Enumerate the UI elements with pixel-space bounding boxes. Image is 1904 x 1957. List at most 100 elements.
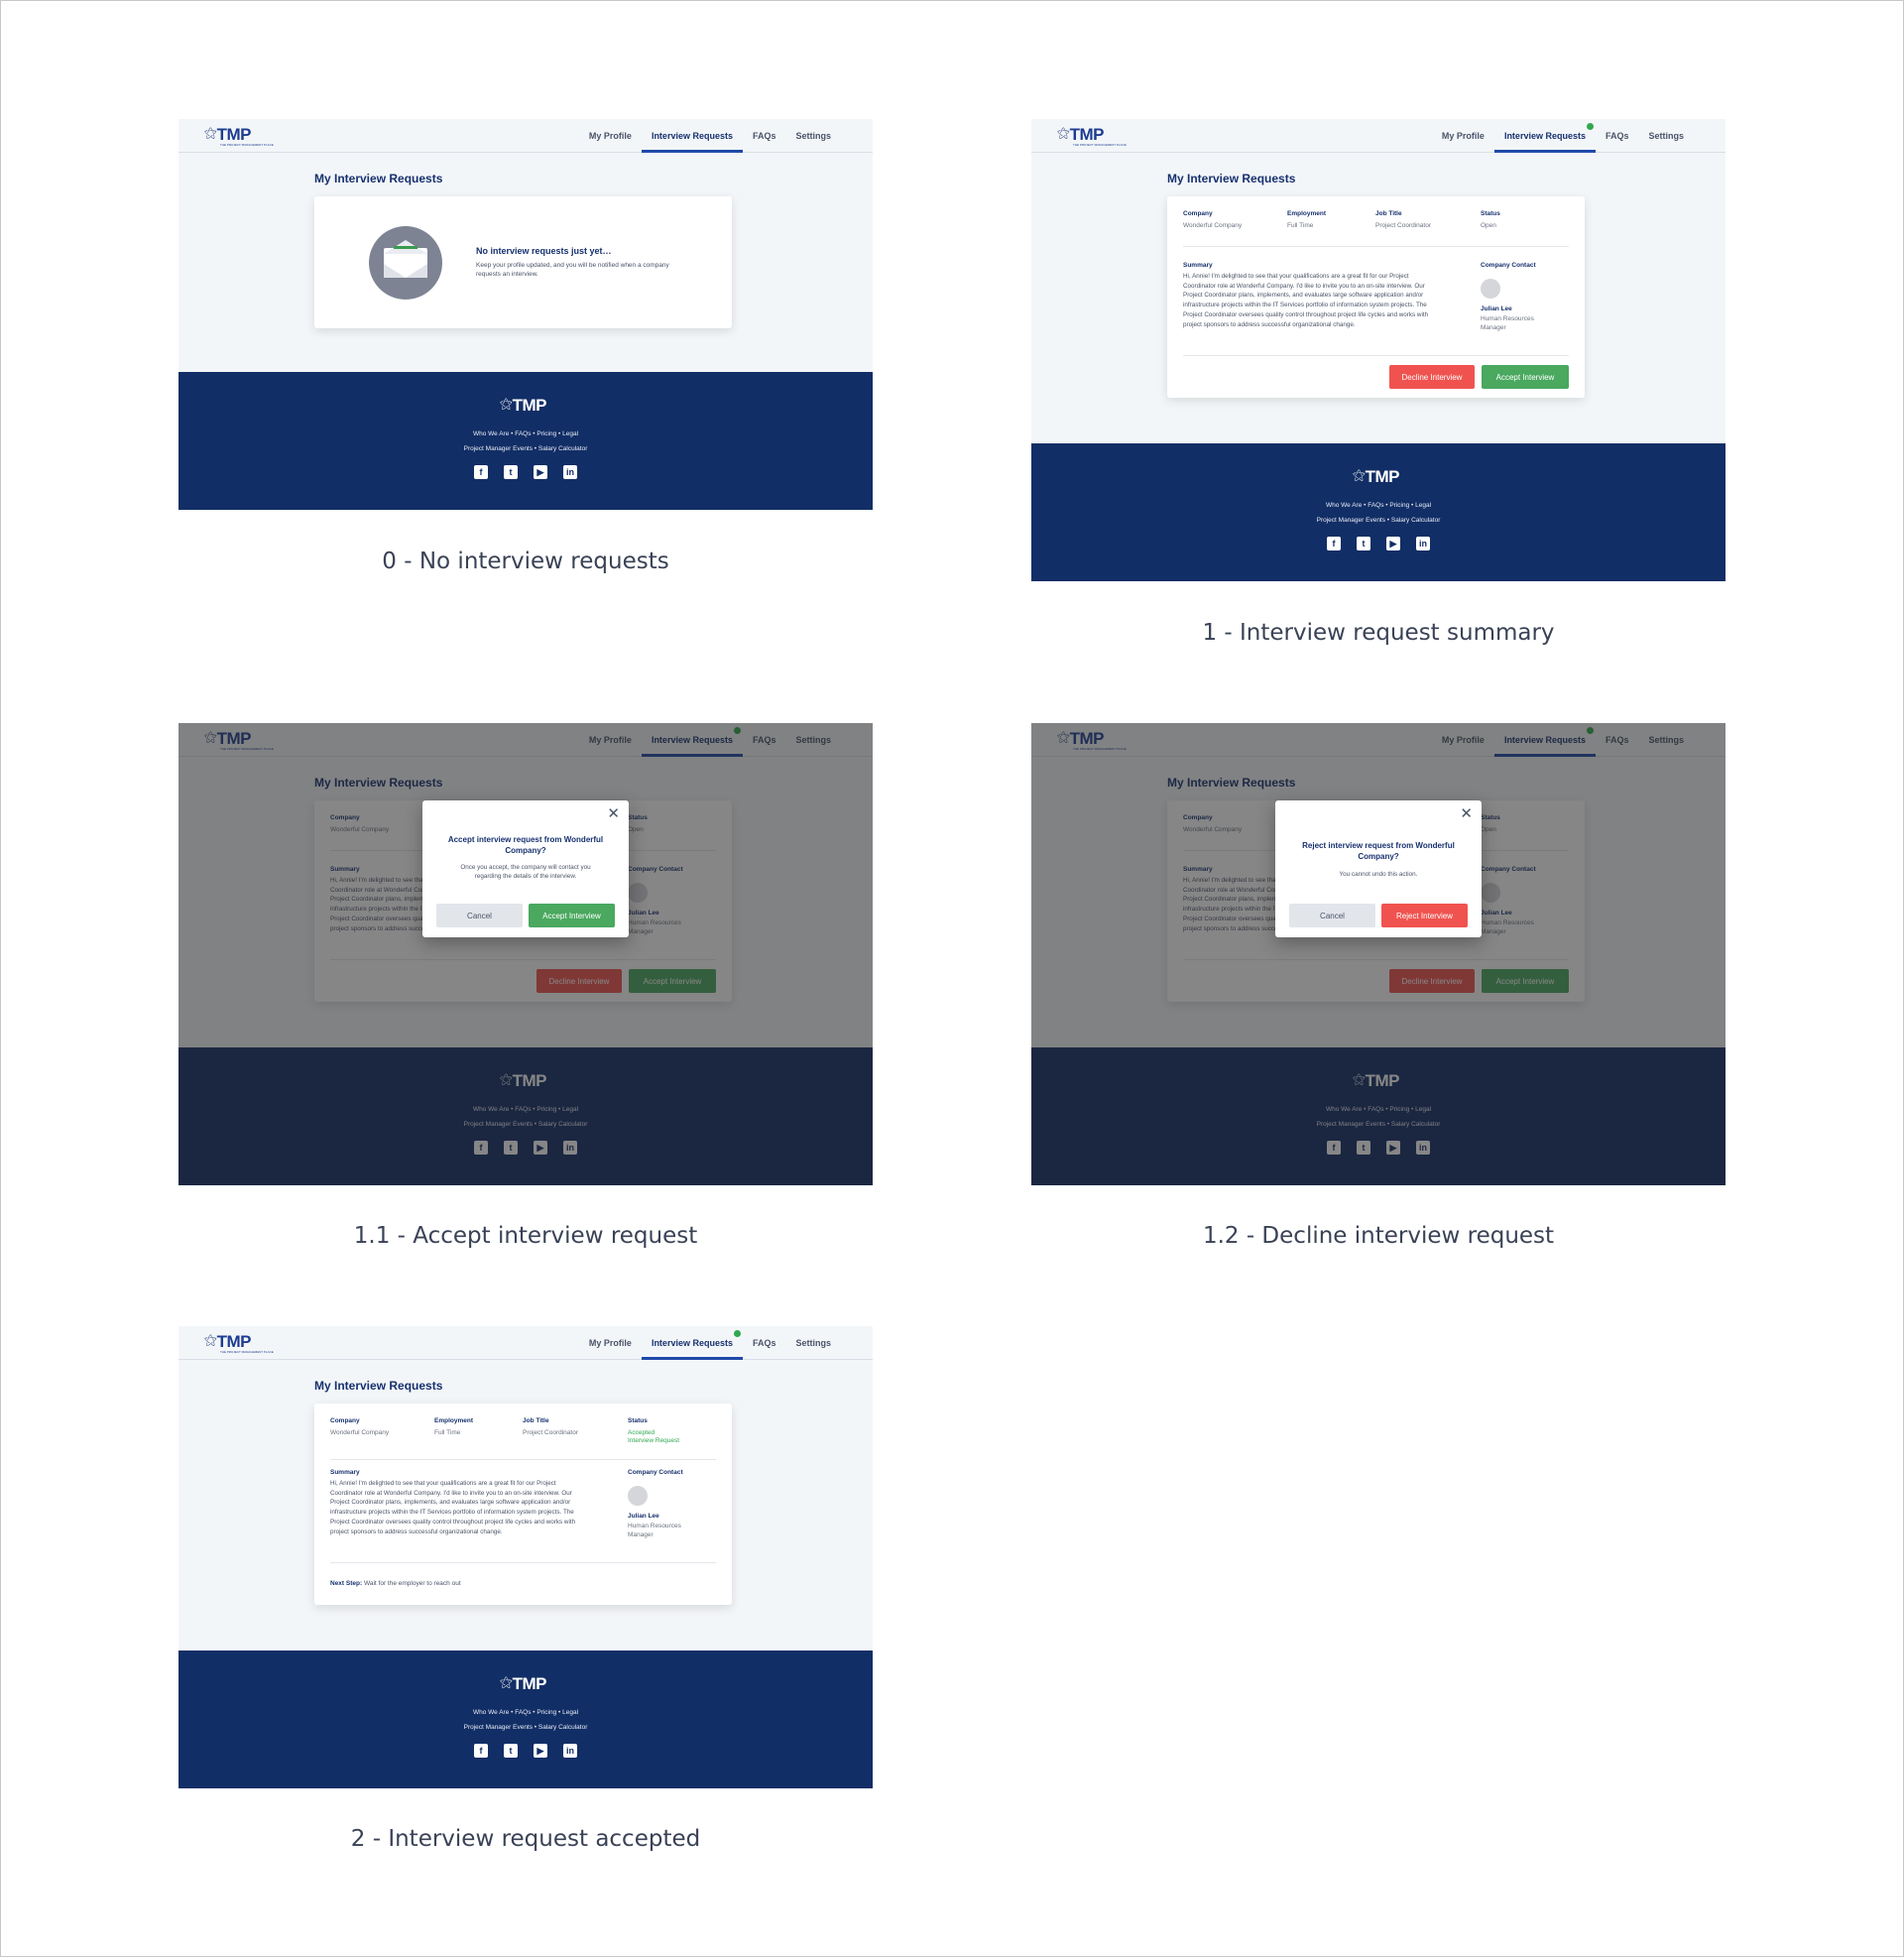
screen-no-requests: ⚝ TMP THE PROJECT MANAGEMENT PLACE My Pr… bbox=[178, 119, 873, 510]
caption-no-requests: 0 - No interview requests bbox=[382, 549, 669, 574]
nav-settings[interactable]: Settings bbox=[785, 119, 841, 153]
company-label: Company bbox=[1183, 210, 1213, 217]
caption-decline: 1.2 - Decline interview request bbox=[1202, 1223, 1555, 1249]
footer-logo[interactable]: ⚝ TMP bbox=[1353, 467, 1400, 485]
envelope-icon bbox=[369, 226, 442, 300]
nav-settings[interactable]: Settings bbox=[1638, 119, 1694, 153]
caption-request-summary: 1 - Interview request summary bbox=[1202, 620, 1555, 646]
screen-request-summary: ⚝ TMP THE PROJECT MANAGEMENT PLACE My Pr… bbox=[1031, 119, 1726, 581]
empty-state-description: Keep your profile updated, and you will … bbox=[476, 262, 669, 278]
logo-mark-icon: ⚝ bbox=[204, 125, 217, 140]
logo[interactable]: ⚝ TMP THE PROJECT MANAGEMENT PLACE bbox=[204, 1332, 274, 1354]
logo-mark-icon: ⚝ bbox=[204, 1332, 217, 1347]
linkedin-icon[interactable]: in bbox=[563, 465, 577, 479]
nav-my-profile[interactable]: My Profile bbox=[579, 119, 642, 153]
reject-modal: ✕ Reject interview request from Wonderfu… bbox=[1275, 800, 1482, 937]
top-nav: ⚝ TMP THE PROJECT MANAGEMENT PLACE My Pr… bbox=[178, 1326, 873, 1360]
logo[interactable]: ⚝ TMP THE PROJECT MANAGEMENT PLACE bbox=[204, 125, 274, 147]
summary-label: Summary bbox=[1183, 262, 1213, 269]
nav-faqs[interactable]: FAQs bbox=[1596, 119, 1639, 153]
logo-mark-icon: ⚝ bbox=[1353, 467, 1366, 482]
status-value: Open bbox=[1481, 222, 1496, 229]
employment-value: Full Time bbox=[1287, 222, 1314, 229]
modal-title: Accept interview request from Wonderful … bbox=[447, 835, 604, 855]
cancel-button[interactable]: Cancel bbox=[1289, 904, 1375, 927]
contact-role: Human Resources Manager bbox=[1481, 315, 1534, 331]
page-title: My Interview Requests bbox=[314, 172, 443, 185]
status-accepted-detail: Interview Request bbox=[628, 1437, 680, 1444]
nav-interview-requests[interactable]: Interview Requests bbox=[641, 119, 743, 153]
employment-label: Employment bbox=[1287, 210, 1327, 217]
screen-accept-modal: ⚝ TMP THE PROJECT MANAGEMENT PLACE My Pr… bbox=[178, 723, 873, 1185]
nav-faqs[interactable]: FAQs bbox=[743, 119, 786, 153]
top-nav: ⚝ TMP THE PROJECT MANAGEMENT PLACE My Pr… bbox=[1031, 119, 1726, 153]
request-card: Company Wonderful Company Employment Full … bbox=[1167, 196, 1585, 398]
status-label: Status bbox=[1481, 210, 1500, 217]
footer-logo[interactable]: ⚝ TMP bbox=[500, 396, 547, 414]
twitter-icon[interactable]: t bbox=[504, 1744, 518, 1758]
modal-description: Once you accept, the company will contac… bbox=[460, 864, 591, 880]
nav-interview-requests[interactable]: Interview Requests bbox=[1493, 119, 1596, 153]
logo-tagline: THE PROJECT MANAGEMENT PLACE bbox=[220, 143, 274, 147]
request-card: CompanyWonderful Company EmploymentFull … bbox=[314, 1404, 732, 1605]
next-step: Next Step: Wait for the employer to reac… bbox=[330, 1580, 461, 1587]
footer-links-secondary[interactable]: Project Manager Events • Salary Calculat… bbox=[1031, 517, 1726, 524]
summary-text: Hi, Annie! I'm delighted to see that you… bbox=[1183, 273, 1429, 328]
twitter-icon[interactable]: t bbox=[1357, 537, 1370, 550]
screen-request-accepted: ⚝ TMP THE PROJECT MANAGEMENT PLACE My Pr… bbox=[178, 1326, 873, 1788]
footer-logo[interactable]: ⚝ TMP bbox=[500, 1675, 547, 1692]
caption-accept: 1.1 - Accept interview request bbox=[353, 1223, 698, 1249]
decline-interview-button[interactable]: Decline Interview bbox=[1389, 365, 1475, 389]
footer: ⚝ TMP Who We Are • FAQs • Pricing • Lega… bbox=[1031, 443, 1726, 581]
logo[interactable]: ⚝ TMP THE PROJECT MANAGEMENT PLACE bbox=[1057, 125, 1127, 147]
facebook-icon[interactable]: f bbox=[474, 465, 488, 479]
footer-links-primary[interactable]: Who We Are • FAQs • Pricing • Legal bbox=[1031, 502, 1726, 509]
empty-state-card: No interview requests just yet… Keep you… bbox=[314, 196, 732, 328]
modal-title: Reject interview request from Wonderful … bbox=[1302, 841, 1455, 861]
logo-mark-icon: ⚝ bbox=[500, 396, 513, 411]
logo-text: TMP bbox=[216, 125, 252, 144]
top-nav: ⚝ TMP THE PROJECT MANAGEMENT PLACE My Pr… bbox=[178, 119, 873, 153]
confirm-reject-button[interactable]: Reject Interview bbox=[1381, 904, 1468, 927]
youtube-icon[interactable]: ▶ bbox=[534, 465, 547, 479]
close-icon[interactable]: ✕ bbox=[1460, 806, 1473, 821]
nav-settings[interactable]: Settings bbox=[785, 1326, 841, 1360]
summary-text: Hi, Annie! I'm delighted to see that you… bbox=[330, 1480, 576, 1535]
logo-mark-icon: ⚝ bbox=[1057, 125, 1070, 140]
close-icon[interactable]: ✕ bbox=[607, 806, 620, 821]
nav-my-profile[interactable]: My Profile bbox=[1432, 119, 1494, 153]
avatar bbox=[628, 1486, 648, 1506]
cancel-button[interactable]: Cancel bbox=[436, 904, 523, 927]
facebook-icon[interactable]: f bbox=[1327, 537, 1341, 550]
linkedin-icon[interactable]: in bbox=[563, 1744, 577, 1758]
empty-state-title: No interview requests just yet… bbox=[476, 246, 612, 256]
footer-links-primary[interactable]: Who We Are • FAQs • Pricing • Legal bbox=[178, 430, 873, 437]
status-accepted: Accepted bbox=[628, 1429, 655, 1436]
nav-my-profile[interactable]: My Profile bbox=[579, 1326, 642, 1360]
modal-description: You cannot undo this action. bbox=[1339, 871, 1418, 878]
footer-links-secondary[interactable]: Project Manager Events • Salary Calculat… bbox=[178, 445, 873, 452]
modal-backdrop[interactable] bbox=[178, 723, 873, 1185]
avatar bbox=[1481, 279, 1500, 299]
page-title: My Interview Requests bbox=[314, 1379, 443, 1393]
nav-faqs[interactable]: FAQs bbox=[743, 1326, 786, 1360]
twitter-icon[interactable]: t bbox=[504, 465, 518, 479]
accept-interview-button[interactable]: Accept Interview bbox=[1482, 365, 1569, 389]
company-contact-label: Company Contact bbox=[1481, 262, 1536, 269]
notification-dot bbox=[1586, 123, 1594, 130]
company-value: Wonderful Company bbox=[1183, 222, 1243, 229]
job-title-value: Project Coordinator bbox=[1375, 222, 1431, 229]
modal-backdrop[interactable] bbox=[1031, 723, 1726, 1185]
linkedin-icon[interactable]: in bbox=[1416, 537, 1430, 550]
nav-interview-requests[interactable]: Interview Requests bbox=[641, 1326, 743, 1360]
accept-modal: ✕ Accept interview request from Wonderfu… bbox=[422, 800, 629, 937]
social-links: f t ▶ in bbox=[474, 1744, 577, 1758]
footer: ⚝ TMP Who We Are • FAQs • Pricing • Lega… bbox=[178, 1651, 873, 1788]
social-links: f t ▶ in bbox=[1327, 537, 1430, 550]
youtube-icon[interactable]: ▶ bbox=[534, 1744, 547, 1758]
facebook-icon[interactable]: f bbox=[474, 1744, 488, 1758]
youtube-icon[interactable]: ▶ bbox=[1386, 537, 1400, 550]
screen-reject-modal: ⚝ TMP THE PROJECT MANAGEMENT PLACE My Pr… bbox=[1031, 723, 1726, 1185]
footer: ⚝ TMP Who We Are • FAQs • Pricing • Lega… bbox=[178, 372, 873, 510]
confirm-accept-button[interactable]: Accept Interview bbox=[529, 904, 615, 927]
